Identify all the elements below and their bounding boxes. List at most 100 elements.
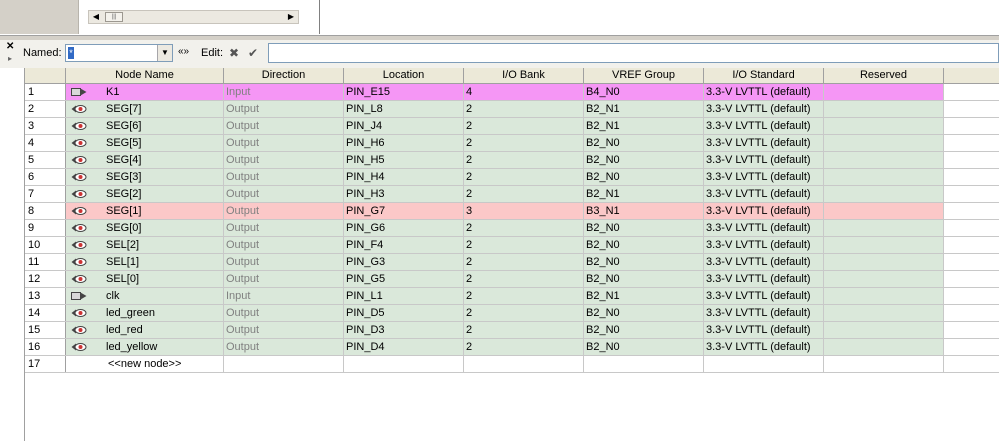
row-number[interactable]: 3 bbox=[25, 118, 66, 134]
direction-cell[interactable]: Output bbox=[224, 254, 344, 270]
vref-group-cell[interactable]: B2_N0 bbox=[584, 169, 704, 185]
table-row[interactable]: 12 SEL[0] Output PIN_G5 2 B2_N0 3.3-V LVTTL (d… bbox=[25, 271, 999, 288]
table-row[interactable]: 14 led_green Output PIN_D5 2 B2_N0 3.3-V LVTTL… bbox=[25, 305, 999, 322]
row-number[interactable]: 4 bbox=[25, 135, 66, 151]
table-row[interactable]: 16 led_yellow Output PIN_D4 2 B2_N0 3.3-V LVTT… bbox=[25, 339, 999, 356]
table-row[interactable]: 10 SEL[2] Output PIN_F4 2 B2_N0 3.3-V LVTTL (d… bbox=[25, 237, 999, 254]
io-bank-cell[interactable]: 2 bbox=[464, 339, 584, 355]
row-number[interactable]: 1 bbox=[25, 84, 66, 100]
row-number[interactable]: 14 bbox=[25, 305, 66, 321]
direction-cell[interactable]: Output bbox=[224, 169, 344, 185]
io-bank-cell[interactable]: 2 bbox=[464, 254, 584, 270]
io-bank-cell[interactable]: 2 bbox=[464, 237, 584, 253]
vref-group-cell[interactable]: B4_N0 bbox=[584, 84, 704, 100]
pin-arrow-icon[interactable]: ▸ bbox=[8, 54, 12, 63]
table-row[interactable]: 6 SEG[3] Output PIN_H4 2 B2_N0 3.3-V LVTTL (de… bbox=[25, 169, 999, 186]
io-standard-cell[interactable]: 3.3-V LVTTL (default) bbox=[704, 101, 824, 117]
location-cell[interactable]: PIN_D5 bbox=[344, 305, 464, 321]
vref-group-cell[interactable]: B2_N1 bbox=[584, 288, 704, 304]
header-reserved[interactable]: Reserved bbox=[824, 68, 944, 83]
io-bank-cell[interactable]: 2 bbox=[464, 288, 584, 304]
node-name-cell[interactable]: K1 bbox=[66, 84, 224, 100]
node-name-cell[interactable]: led_yellow bbox=[66, 339, 224, 355]
node-name-cell[interactable]: SEG[1] bbox=[66, 203, 224, 219]
vref-group-cell[interactable]: B2_N0 bbox=[584, 152, 704, 168]
accept-edit-icon[interactable]: ✔ bbox=[245, 45, 261, 61]
node-name-cell[interactable]: SEG[4] bbox=[66, 152, 224, 168]
location-cell[interactable]: PIN_G6 bbox=[344, 220, 464, 236]
node-name-cell[interactable]: SEL[2] bbox=[66, 237, 224, 253]
row-number[interactable]: 10 bbox=[25, 237, 66, 253]
location-cell[interactable]: PIN_H5 bbox=[344, 152, 464, 168]
io-bank-cell[interactable]: 2 bbox=[464, 169, 584, 185]
io-bank-cell[interactable]: 2 bbox=[464, 186, 584, 202]
table-row[interactable]: 7 SEG[2] Output PIN_H3 2 B2_N1 3.3-V LVTTL (de… bbox=[25, 186, 999, 203]
node-name-cell[interactable]: SEG[7] bbox=[66, 101, 224, 117]
vref-group-cell[interactable]: B3_N1 bbox=[584, 203, 704, 219]
io-standard-cell[interactable]: 3.3-V LVTTL (default) bbox=[704, 186, 824, 202]
io-bank-cell[interactable]: 3 bbox=[464, 203, 584, 219]
direction-cell[interactable]: Output bbox=[224, 305, 344, 321]
io-standard-cell[interactable]: 3.3-V LVTTL (default) bbox=[704, 203, 824, 219]
edit-input[interactable] bbox=[268, 43, 999, 63]
location-cell[interactable]: PIN_H3 bbox=[344, 186, 464, 202]
header-io-bank[interactable]: I/O Bank bbox=[464, 68, 584, 83]
vref-group-cell[interactable] bbox=[584, 356, 704, 372]
io-standard-cell[interactable]: 3.3-V LVTTL (default) bbox=[704, 118, 824, 134]
location-cell[interactable]: PIN_G7 bbox=[344, 203, 464, 219]
header-row-number[interactable] bbox=[25, 68, 66, 83]
row-number[interactable]: 15 bbox=[25, 322, 66, 338]
node-name-cell[interactable]: led_red bbox=[66, 322, 224, 338]
table-row[interactable]: 5 SEG[4] Output PIN_H5 2 B2_N0 3.3-V LVTTL (de… bbox=[25, 152, 999, 169]
table-row[interactable]: 2 SEG[7] Output PIN_L8 2 B2_N1 3.3-V LVTTL (de… bbox=[25, 101, 999, 118]
vref-group-cell[interactable]: B2_N0 bbox=[584, 135, 704, 151]
reserved-cell[interactable] bbox=[824, 135, 944, 151]
location-cell[interactable]: PIN_G5 bbox=[344, 271, 464, 287]
io-bank-cell[interactable]: 2 bbox=[464, 118, 584, 134]
location-cell[interactable]: PIN_H4 bbox=[344, 169, 464, 185]
direction-cell[interactable]: Output bbox=[224, 271, 344, 287]
named-filter-combo[interactable]: * ▼ bbox=[65, 44, 173, 62]
table-row[interactable]: 13 clk Input PIN_L1 2 B2_N1 3.3-V LVTTL (defau… bbox=[25, 288, 999, 305]
io-standard-cell[interactable]: 3.3-V LVTTL (default) bbox=[704, 288, 824, 304]
reserved-cell[interactable] bbox=[824, 118, 944, 134]
io-standard-cell[interactable]: 3.3-V LVTTL (default) bbox=[704, 254, 824, 270]
reserved-cell[interactable] bbox=[824, 322, 944, 338]
location-cell[interactable]: PIN_L1 bbox=[344, 288, 464, 304]
io-standard-cell[interactable]: 3.3-V LVTTL (default) bbox=[704, 339, 824, 355]
io-bank-cell[interactable]: 2 bbox=[464, 101, 584, 117]
row-number[interactable]: 5 bbox=[25, 152, 66, 168]
io-bank-cell[interactable]: 2 bbox=[464, 271, 584, 287]
io-bank-cell[interactable]: 2 bbox=[464, 135, 584, 151]
vref-group-cell[interactable]: B2_N0 bbox=[584, 220, 704, 236]
location-cell[interactable]: PIN_G3 bbox=[344, 254, 464, 270]
direction-cell[interactable]: Output bbox=[224, 237, 344, 253]
location-cell[interactable]: PIN_D3 bbox=[344, 322, 464, 338]
table-row[interactable]: 1 K1 Input PIN_E15 4 B4_N0 3.3-V LVTTL (defaul… bbox=[25, 84, 999, 101]
io-standard-cell[interactable]: 3.3-V LVTTL (default) bbox=[704, 271, 824, 287]
io-standard-cell[interactable]: 3.3-V LVTTL (default) bbox=[704, 135, 824, 151]
table-row[interactable]: 15 led_red Output PIN_D3 2 B2_N0 3.3-V LVTTL (… bbox=[25, 322, 999, 339]
new-node-row[interactable]: 17 <<new node>> bbox=[25, 356, 999, 373]
table-row[interactable]: 9 SEG[0] Output PIN_G6 2 B2_N0 3.3-V LVTTL (de… bbox=[25, 220, 999, 237]
direction-cell[interactable]: Output bbox=[224, 322, 344, 338]
location-cell[interactable]: PIN_H6 bbox=[344, 135, 464, 151]
chevron-down-icon[interactable]: ▼ bbox=[157, 45, 172, 61]
row-number[interactable]: 12 bbox=[25, 271, 66, 287]
node-name-cell[interactable]: SEG[3] bbox=[66, 169, 224, 185]
direction-cell[interactable]: Input bbox=[224, 84, 344, 100]
header-node-name[interactable]: Node Name bbox=[66, 68, 224, 83]
io-standard-cell[interactable]: 3.3-V LVTTL (default) bbox=[704, 322, 824, 338]
location-cell[interactable]: PIN_L8 bbox=[344, 101, 464, 117]
table-row[interactable]: 11 SEL[1] Output PIN_G3 2 B2_N0 3.3-V LVTTL (d… bbox=[25, 254, 999, 271]
io-standard-cell[interactable]: 3.3-V LVTTL (default) bbox=[704, 305, 824, 321]
row-number[interactable]: 13 bbox=[25, 288, 66, 304]
row-number[interactable]: 9 bbox=[25, 220, 66, 236]
vref-group-cell[interactable]: B2_N1 bbox=[584, 118, 704, 134]
io-bank-cell[interactable]: 2 bbox=[464, 220, 584, 236]
row-number[interactable]: 6 bbox=[25, 169, 66, 185]
io-bank-cell[interactable]: 2 bbox=[464, 152, 584, 168]
node-name-cell[interactable]: SEG[5] bbox=[66, 135, 224, 151]
scroll-right-icon[interactable]: ▶ bbox=[284, 11, 298, 23]
reserved-cell[interactable] bbox=[824, 237, 944, 253]
